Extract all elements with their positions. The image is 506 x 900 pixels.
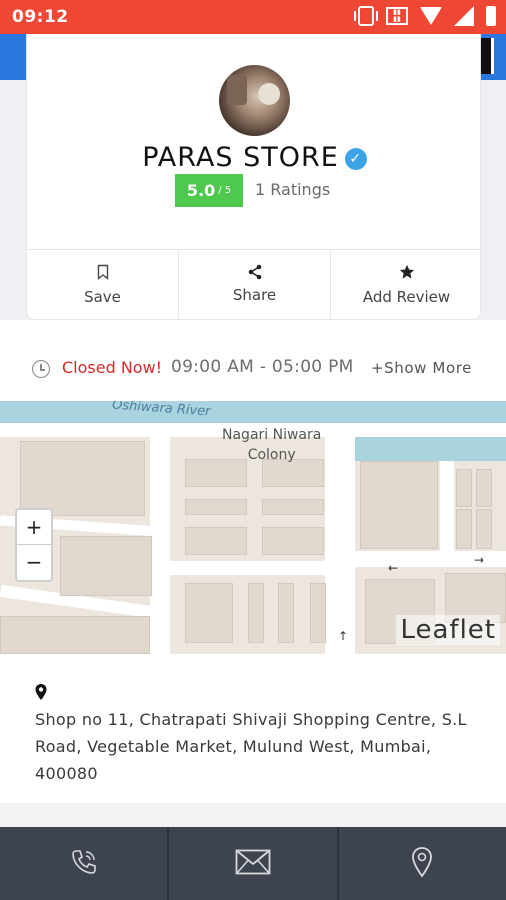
store-avatar[interactable] xyxy=(219,65,290,136)
map-block xyxy=(0,616,150,654)
closed-status: Closed Now! xyxy=(62,358,163,377)
bookmark-icon xyxy=(97,264,109,284)
share-button[interactable]: Share xyxy=(179,250,331,320)
map-place-line2: Colony xyxy=(247,447,296,463)
vibrate-icon xyxy=(354,6,378,26)
phone-icon xyxy=(69,847,99,881)
map-block xyxy=(248,583,264,643)
signal-icon xyxy=(454,6,474,26)
verified-icon: ✓ xyxy=(344,148,367,170)
rating-value: 5.0 xyxy=(186,181,216,200)
map-zoom-control: + − xyxy=(15,508,53,582)
cover-image-left xyxy=(0,34,26,80)
bottom-spacer xyxy=(0,803,506,827)
map-block xyxy=(278,583,294,643)
map-block xyxy=(20,441,145,516)
zoom-out-button[interactable]: − xyxy=(17,545,51,580)
directions-button[interactable] xyxy=(339,827,506,900)
share-label: Share xyxy=(232,286,277,304)
map-road xyxy=(325,431,355,654)
location-pin-icon xyxy=(34,683,48,701)
mail-icon xyxy=(235,849,271,879)
map-road xyxy=(150,423,170,654)
volte-icon: ▮▮ ▮▮ xyxy=(386,7,408,25)
bottom-action-bar xyxy=(0,827,506,900)
map-block xyxy=(185,527,247,555)
add-review-button[interactable]: Add Review xyxy=(331,250,482,320)
hours-range: 09:00 AM - 05:00 PM xyxy=(171,357,354,377)
add-review-label: Add Review xyxy=(362,288,451,306)
cover-image-right xyxy=(480,34,506,80)
battery-icon xyxy=(486,6,496,26)
save-label: Save xyxy=(84,288,121,306)
map-block xyxy=(262,499,324,515)
map-attribution[interactable]: Leaflet xyxy=(396,615,500,645)
call-button[interactable] xyxy=(0,827,170,900)
action-row: Save Share Add Review xyxy=(27,249,482,320)
star-icon xyxy=(399,264,415,284)
store-card: PARAS STORE ✓ 5.0 / 5 1 Ratings Save Shar… xyxy=(26,34,482,320)
clock-icon xyxy=(32,360,50,378)
status-bar: 09:12 ▮▮ ▮▮ xyxy=(0,0,506,34)
map-view[interactable]: Oshiwara River Nagari Niwara Colony ← → … xyxy=(0,401,506,654)
map-block xyxy=(185,499,247,515)
store-name-text: PARAS STORE xyxy=(142,142,339,173)
map-block xyxy=(360,461,438,549)
wifi-icon xyxy=(420,7,442,25)
map-road xyxy=(440,461,454,561)
save-button[interactable]: Save xyxy=(27,250,179,320)
rating-denominator: / 5 xyxy=(218,185,232,196)
email-button[interactable] xyxy=(169,827,339,900)
show-more-link[interactable]: +Show More xyxy=(371,359,472,377)
map-block xyxy=(262,527,324,555)
map-road xyxy=(170,561,330,575)
map-arrow-icon: → xyxy=(474,553,485,567)
map-block xyxy=(185,583,233,643)
rating-badge: 5.0 / 5 xyxy=(175,174,243,207)
map-block xyxy=(60,536,152,596)
map-arrow-icon: ↑ xyxy=(338,629,349,643)
map-block xyxy=(456,469,472,507)
status-time: 09:12 xyxy=(12,7,69,27)
hours-row: Closed Now! 09:00 AM - 05:00 PM +Show Mo… xyxy=(0,345,506,391)
map-block xyxy=(476,509,492,549)
map-block xyxy=(476,469,492,507)
map-place-label: Nagari Niwara Colony xyxy=(222,425,321,465)
store-address: Shop no 11, Chatrapati Shivaji Shopping … xyxy=(35,710,467,783)
map-place-line1: Nagari Niwara xyxy=(222,427,322,443)
ratings-count[interactable]: 1 Ratings xyxy=(255,180,330,199)
location-icon xyxy=(410,846,434,882)
zoom-in-button[interactable]: + xyxy=(17,510,51,545)
map-block xyxy=(310,583,326,643)
share-icon xyxy=(247,264,263,284)
store-name: PARAS STORE ✓ xyxy=(27,142,482,173)
map-block xyxy=(456,509,472,549)
status-icons: ▮▮ ▮▮ xyxy=(354,6,496,26)
map-arrow-icon: ← xyxy=(388,561,399,575)
